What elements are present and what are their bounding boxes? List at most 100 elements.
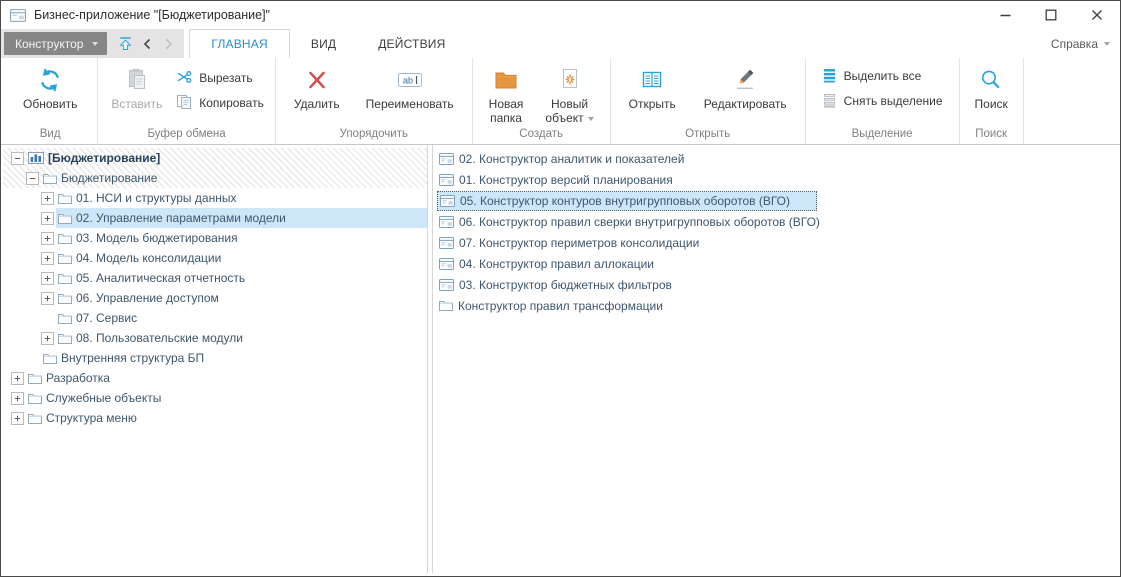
folder-icon (439, 300, 453, 311)
expand-icon[interactable] (41, 292, 54, 305)
list-item[interactable]: 04. Конструктор правил аллокации (433, 253, 1118, 274)
list-item-body[interactable]: Конструктор правил трансформации (437, 296, 665, 316)
tree-item[interactable]: Структура меню (3, 408, 427, 428)
search-button[interactable]: Поиск (967, 60, 1016, 111)
tab-deystviya[interactable]: ДЕЙСТВИЯ (357, 29, 466, 58)
tab-glavnaya[interactable]: ГЛАВНАЯ (189, 29, 289, 58)
select-all-button[interactable]: Выделить все (816, 66, 949, 86)
tree-item[interactable]: Служебные объекты (3, 388, 427, 408)
collapse-icon[interactable] (26, 172, 39, 185)
refresh-button[interactable]: Обновить (15, 60, 85, 111)
tree-item[interactable]: [Бюджетирование] (3, 148, 427, 168)
expand-icon[interactable] (41, 252, 54, 265)
expand-icon[interactable] (41, 272, 54, 285)
expand-icon[interactable] (11, 392, 24, 405)
tree-item-body[interactable]: Внутренняя структура БП (41, 348, 427, 368)
list-item[interactable]: Конструктор правил трансформации (433, 295, 1118, 316)
help-menu[interactable]: Справка (1051, 29, 1110, 58)
tree-item[interactable]: 01. НСИ и структуры данных (3, 188, 427, 208)
delete-button[interactable]: Удалить (286, 60, 348, 111)
maximize-button[interactable] (1028, 1, 1074, 29)
close-button[interactable] (1074, 1, 1120, 29)
collapse-icon[interactable] (11, 152, 24, 165)
minimize-button[interactable] (982, 1, 1028, 29)
copy-button[interactable]: Копировать (170, 93, 270, 113)
tree-item-body[interactable]: [Бюджетирование] (26, 148, 427, 168)
expand-icon[interactable] (11, 412, 24, 425)
folder-icon (28, 393, 42, 404)
list-item-body[interactable]: 07. Конструктор периметров консолидации (437, 233, 701, 253)
list-item-label: 02. Конструктор аналитик и показателей (459, 152, 684, 166)
paste-label: Вставить (111, 97, 162, 111)
tree-item-body[interactable]: 02. Управление параметрами модели (56, 208, 427, 228)
tree-item[interactable]: 08. Пользовательские модули (3, 328, 427, 348)
tree-item-body[interactable]: 07. Сервис (56, 308, 427, 328)
new-object-button[interactable]: Новый объект (537, 60, 601, 125)
expand-icon[interactable] (41, 332, 54, 345)
list-item-body[interactable]: 03. Конструктор бюджетных фильтров (437, 275, 674, 295)
list-item-body[interactable]: 05. Конструктор контуров внутригрупповых… (437, 191, 817, 211)
tree-item-body[interactable]: Бюджетирование (41, 168, 427, 188)
expand-icon[interactable] (41, 192, 54, 205)
open-button[interactable]: Открыть (621, 60, 684, 111)
tree-item[interactable]: 06. Управление доступом (3, 288, 427, 308)
tree-item-label: 01. НСИ и структуры данных (76, 191, 236, 205)
folder-icon (58, 233, 72, 244)
rename-button[interactable]: ab Переименовать (358, 60, 462, 111)
expand-icon[interactable] (41, 212, 54, 225)
tree-item-body[interactable]: 01. НСИ и структуры данных (56, 188, 427, 208)
tree-item-body[interactable]: Структура меню (26, 408, 427, 428)
content-area: [Бюджетирование]Бюджетирование 01. НСИ и … (1, 145, 1120, 576)
tree-item[interactable]: Бюджетирование (3, 168, 427, 188)
tree-item-body[interactable]: 08. Пользовательские модули (56, 328, 427, 348)
list-item-body[interactable]: 04. Конструктор правил аллокации (437, 254, 656, 274)
tree-item[interactable]: 03. Модель бюджетирования (3, 228, 427, 248)
list-item[interactable]: 01. Конструктор версий планирования (433, 169, 1118, 190)
tree-item-body[interactable]: 05. Аналитическая отчетность (56, 268, 427, 288)
list-item[interactable]: 07. Конструктор периметров консолидации (433, 232, 1118, 253)
tree-item-body[interactable]: 06. Управление доступом (56, 288, 427, 308)
list-item-label: 03. Конструктор бюджетных фильтров (459, 278, 672, 292)
list-item[interactable]: 05. Конструктор контуров внутригрупповых… (433, 190, 1118, 211)
tree-item-body[interactable]: Разработка (26, 368, 427, 388)
list-item-body[interactable]: 02. Конструктор аналитик и показателей (437, 149, 686, 169)
tree-item-label: 04. Модель консолидации (76, 251, 221, 265)
list-item[interactable]: 06. Конструктор правил сверки внутригруп… (433, 211, 1118, 232)
form-icon (439, 279, 454, 291)
tree-item[interactable]: 04. Модель консолидации (3, 248, 427, 268)
edit-label: Редактировать (704, 97, 787, 111)
list-item-label: 07. Конструктор периметров консолидации (459, 236, 699, 250)
select-all-icon (822, 67, 837, 86)
tree-item[interactable]: 02. Управление параметрами модели (3, 208, 427, 228)
folder-icon (58, 313, 72, 324)
list-item[interactable]: 02. Конструктор аналитик и показателей (433, 148, 1118, 169)
open-icon (639, 64, 665, 96)
tree-item-label: Служебные объекты (46, 391, 161, 405)
tree-item[interactable]: Внутренняя структура БП (3, 348, 427, 368)
list-item-body[interactable]: 06. Конструктор правил сверки внутригруп… (437, 212, 822, 232)
tree-item[interactable]: Разработка (3, 368, 427, 388)
deselect-button[interactable]: Снять выделение (816, 91, 949, 111)
tab-vid[interactable]: ВИД (290, 29, 357, 58)
edit-button[interactable]: Редактировать (696, 60, 795, 111)
group-label-search: Поиск (967, 127, 1016, 144)
tree-item-body[interactable]: 04. Модель консолидации (56, 248, 427, 268)
constructor-menu-button[interactable]: Конструктор (4, 32, 107, 55)
tree-item-body[interactable]: 03. Модель бюджетирования (56, 228, 427, 248)
up-level-button[interactable] (114, 32, 136, 55)
back-button[interactable] (136, 32, 158, 55)
paste-button[interactable]: Вставить (103, 60, 170, 111)
list-item[interactable]: 03. Конструктор бюджетных фильтров (433, 274, 1118, 295)
list-item-label: Конструктор правил трансформации (458, 299, 663, 313)
expand-icon[interactable] (41, 232, 54, 245)
form-icon (439, 258, 454, 270)
cut-button[interactable]: Вырезать (170, 68, 270, 88)
ribbon-group-search: Поиск Поиск (960, 58, 1024, 144)
expand-icon[interactable] (11, 372, 24, 385)
tree-item-body[interactable]: Служебные объекты (26, 388, 427, 408)
tree-item[interactable]: 07. Сервис (3, 308, 427, 328)
new-folder-button[interactable]: Новая папка (481, 60, 532, 125)
list-item-body[interactable]: 01. Конструктор версий планирования (437, 170, 675, 190)
tree-item[interactable]: 05. Аналитическая отчетность (3, 268, 427, 288)
forward-button[interactable] (158, 32, 180, 55)
